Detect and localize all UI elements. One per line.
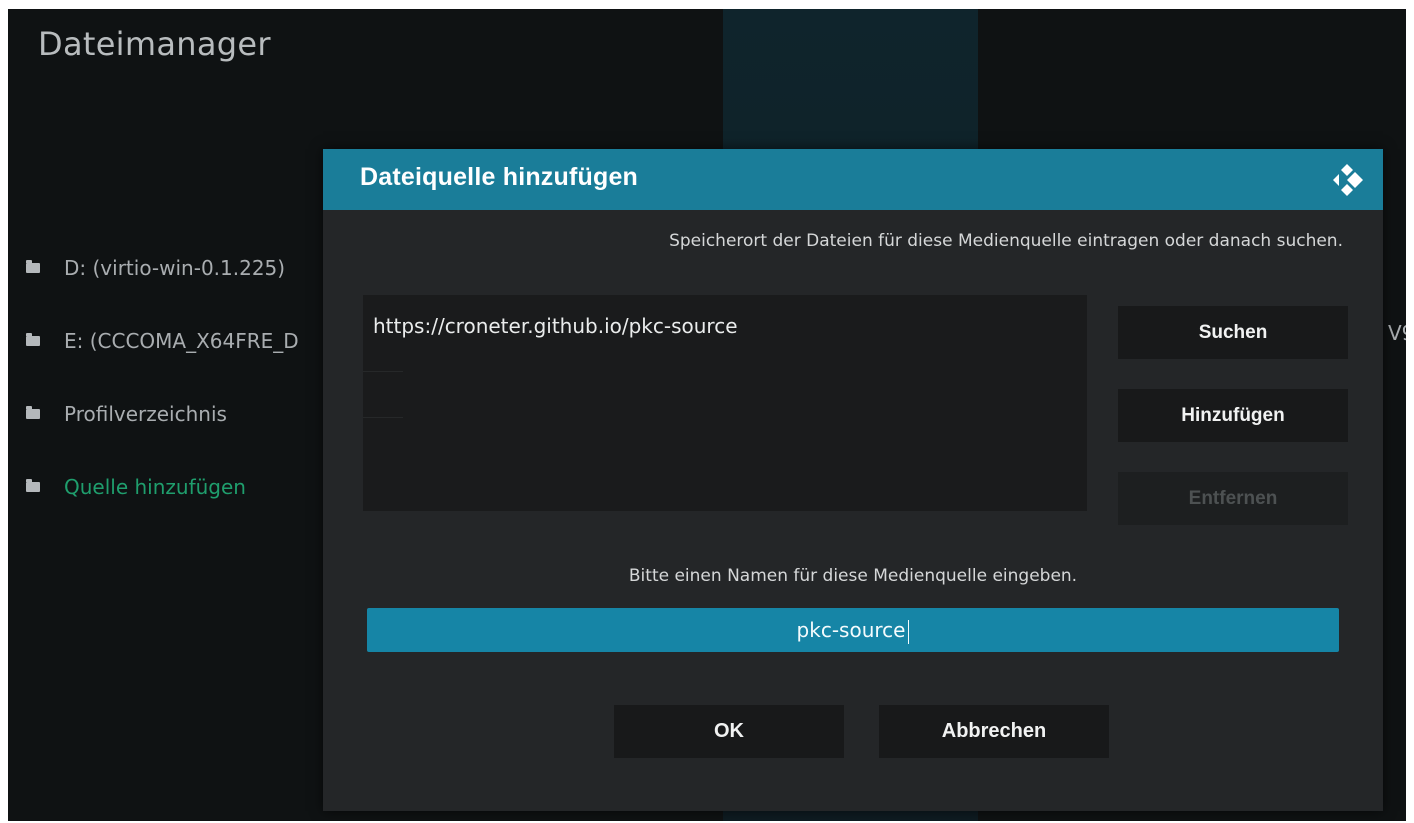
cancel-button[interactable]: Abbrechen [879,705,1109,758]
source-item-label: D: (virtio-win-0.1.225) [64,255,286,280]
source-item-d-drive[interactable]: D: (virtio-win-0.1.225) [26,231,356,304]
dialog-header: Dateiquelle hinzufügen [323,149,1383,210]
divider [363,371,403,372]
add-path-button[interactable]: Hinzufügen [1118,389,1348,442]
folder-icon [26,405,40,419]
folder-icon [26,478,40,492]
source-item-label: Quelle hinzufügen [64,474,246,499]
path-entry[interactable]: https://croneter.github.io/pkc-source [363,303,1087,349]
add-source-dialog: Dateiquelle hinzufügen Speicherort der D… [323,149,1383,811]
name-prompt: Bitte einen Namen für diese Medienquelle… [628,566,1078,586]
source-item-profile[interactable]: Profilverzeichnis [26,377,356,450]
source-item-e-drive[interactable]: E: (CCCOMA_X64FRE_D [26,304,356,377]
folder-icon [26,259,40,273]
folder-icon [26,332,40,346]
kodi-logo-icon [1333,164,1363,196]
source-item-label: Profilverzeichnis [64,401,227,426]
kodi-screen: Dateimanager D: (virtio-win-0.1.225) E: … [8,9,1406,821]
remove-path-button[interactable]: Entfernen [1118,472,1348,525]
path-list: https://croneter.github.io/pkc-source [363,295,1087,511]
source-name-value: pkc-source [796,618,906,642]
browse-button[interactable]: Suchen [1118,306,1348,359]
ok-button[interactable]: OK [614,705,844,758]
divider [363,417,403,418]
dialog-title: Dateiquelle hinzufügen [360,163,639,191]
text-caret [908,619,910,644]
page-title: Dateimanager [38,25,271,63]
source-item-add-source[interactable]: Quelle hinzufügen [26,450,356,523]
clipped-list-text: V9 [1388,321,1406,345]
source-item-label: E: (CCCOMA_X64FRE_D [64,328,299,353]
path-entry[interactable] [363,417,1087,463]
source-list: D: (virtio-win-0.1.225) E: (CCCOMA_X64FR… [26,231,356,523]
location-prompt: Speicherort der Dateien für diese Medien… [669,231,1343,251]
source-name-field[interactable]: pkc-source [367,608,1339,652]
top-strip [577,0,1130,9]
path-entry[interactable] [363,371,1087,417]
